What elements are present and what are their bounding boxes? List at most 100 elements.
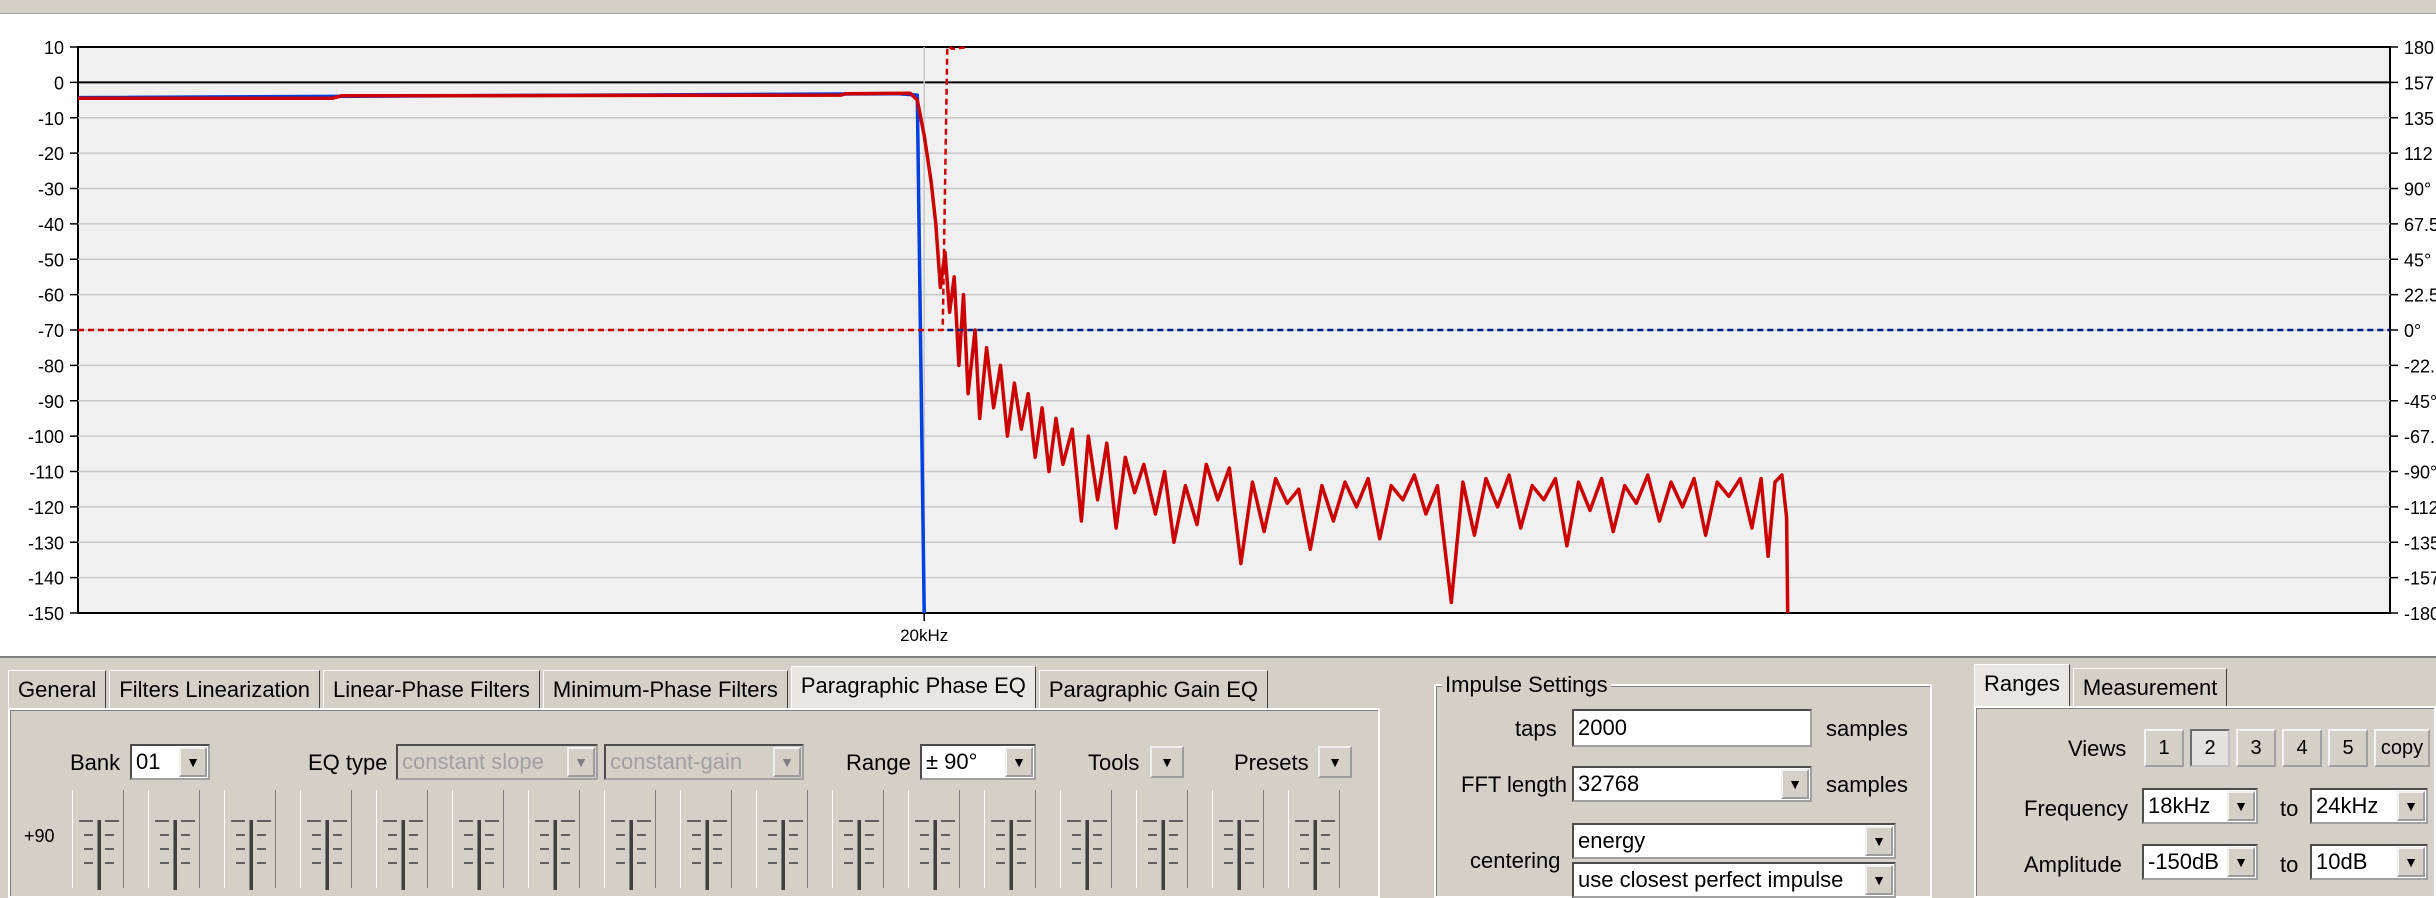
copy-view-button[interactable]: copy [2374,729,2430,767]
slider-track[interactable] [401,820,405,890]
slider-tick [1245,834,1254,836]
eq-band-slider[interactable] [1288,790,1340,890]
centering-mode-select[interactable]: use closest perfect impulse ▼ [1572,862,1896,898]
eq-band-slider[interactable] [756,790,808,890]
tab-general[interactable]: General [8,670,107,708]
slider-track[interactable] [325,820,329,890]
slider-tick [692,848,701,850]
y-left-tick-label: -150 [28,604,64,624]
amplitude-to-select[interactable]: 10dB ▼ [2310,844,2428,880]
slider-track[interactable] [933,820,937,890]
slider-tick [865,862,874,864]
chevron-down-icon[interactable]: ▼ [2227,847,2255,877]
eq-band-slider[interactable] [832,790,884,890]
chevron-down-icon[interactable]: ▼ [1865,826,1893,856]
view-button-2[interactable]: 2 [2190,729,2230,767]
eq-band-slider[interactable] [908,790,960,890]
slider-tick [768,834,777,836]
fft-length-value: 32768 [1578,771,1640,796]
slider-tick [181,848,190,850]
slider-track[interactable] [857,820,861,890]
eq-band-slider[interactable] [300,790,352,890]
taps-input[interactable]: 2000 [1572,709,1812,747]
eq-band-slider[interactable] [1136,790,1188,890]
slider-tick [1017,848,1026,850]
slider-tick [388,848,397,850]
frequency-to-select[interactable]: 24kHz ▼ [2310,788,2428,824]
slider-tick [181,862,190,864]
y-right-tick-label: 0° [2404,321,2421,341]
presets-dropdown-button[interactable]: ▼ [1318,746,1352,778]
eq-band-slider[interactable] [148,790,200,890]
slider-track[interactable] [97,820,101,890]
eq-band-slider[interactable] [376,790,428,890]
eq-type-value: constant slope [402,749,544,774]
chevron-down-icon[interactable]: ▼ [179,747,207,777]
slider-track[interactable] [629,820,633,890]
slider-tick [236,848,245,850]
tab-filters-linearization[interactable]: Filters Linearization [109,670,321,708]
slider-track[interactable] [477,820,481,890]
slider-tick [409,834,418,836]
slider-track[interactable] [1161,820,1165,890]
eq-band-slider[interactable] [680,790,732,890]
slider-track[interactable] [249,820,253,890]
chevron-down-icon[interactable]: ▼ [567,747,595,777]
slider-track[interactable] [1313,820,1317,890]
eq-type-select[interactable]: constant slope ▼ [396,744,598,780]
eq-band-slider[interactable] [452,790,504,890]
bank-select[interactable]: 01 ▼ [130,744,210,780]
chevron-down-icon[interactable]: ▼ [2227,791,2255,821]
view-button-3[interactable]: 3 [2236,729,2276,767]
chevron-down-icon[interactable]: ▼ [1865,865,1893,895]
eq-band-slider[interactable] [224,790,276,890]
y-left-tick-label: -130 [28,533,64,553]
slider-tick [540,834,549,836]
eq-band-slider[interactable] [72,790,124,890]
tools-dropdown-button[interactable]: ▼ [1150,746,1184,778]
tab-paragraphic-gain-eq[interactable]: Paragraphic Gain EQ [1038,670,1268,708]
slider-track[interactable] [1009,820,1013,890]
chevron-down-icon[interactable]: ▼ [2397,791,2425,821]
tab-paragraphic-phase-eq[interactable]: Paragraphic Phase EQ [790,666,1036,708]
eq-band-slider[interactable] [528,790,580,890]
view-button-4[interactable]: 4 [2282,729,2322,767]
tab-measurement[interactable]: Measurement [2072,668,2228,706]
slider-tick [1300,848,1309,850]
view-button-1[interactable]: 1 [2144,729,2184,767]
view-button-5[interactable]: 5 [2328,729,2368,767]
slider-track[interactable] [781,820,785,890]
tab-ranges[interactable]: Ranges [1974,664,2070,706]
eq-band-slider[interactable] [1212,790,1264,890]
eq-band-slider[interactable] [604,790,656,890]
y-right-tick-label: -112 [2404,498,2436,518]
slider-tick [79,820,93,822]
centering-value: energy [1578,828,1646,853]
range-value: ± 90° [926,749,978,774]
slider-track[interactable] [553,820,557,890]
slider-tick [1169,834,1178,836]
slider-track[interactable] [705,820,709,890]
chevron-down-icon[interactable]: ▼ [1781,769,1809,799]
slider-tick [1300,862,1309,864]
range-select[interactable]: ± 90° ▼ [920,744,1036,780]
slider-track[interactable] [1085,820,1089,890]
tab-minimum-phase-filters[interactable]: Minimum-Phase Filters [542,670,788,708]
frequency-from-select[interactable]: 18kHz ▼ [2142,788,2258,824]
slider-track[interactable] [173,820,177,890]
chevron-down-icon[interactable]: ▼ [773,747,801,777]
slider-tick [920,862,929,864]
fft-length-select[interactable]: 32768 ▼ [1572,766,1812,802]
tab-linear-phase-filters[interactable]: Linear-Phase Filters [323,670,540,708]
slider-track[interactable] [1237,820,1241,890]
chevron-down-icon[interactable]: ▼ [1005,747,1033,777]
amplitude-from-select[interactable]: -150dB ▼ [2142,844,2258,880]
slider-tick [637,834,646,836]
centering-select[interactable]: energy ▼ [1572,823,1896,859]
eq-band-slider[interactable] [1060,790,1112,890]
right-tab-strip: Ranges Measurement [1974,664,2230,706]
eq-band-slider[interactable] [984,790,1036,890]
chevron-down-icon[interactable]: ▼ [2397,847,2425,877]
eq-mode-select[interactable]: constant-gain ▼ [604,744,804,780]
y-right-tick-label: -157 [2404,569,2436,589]
